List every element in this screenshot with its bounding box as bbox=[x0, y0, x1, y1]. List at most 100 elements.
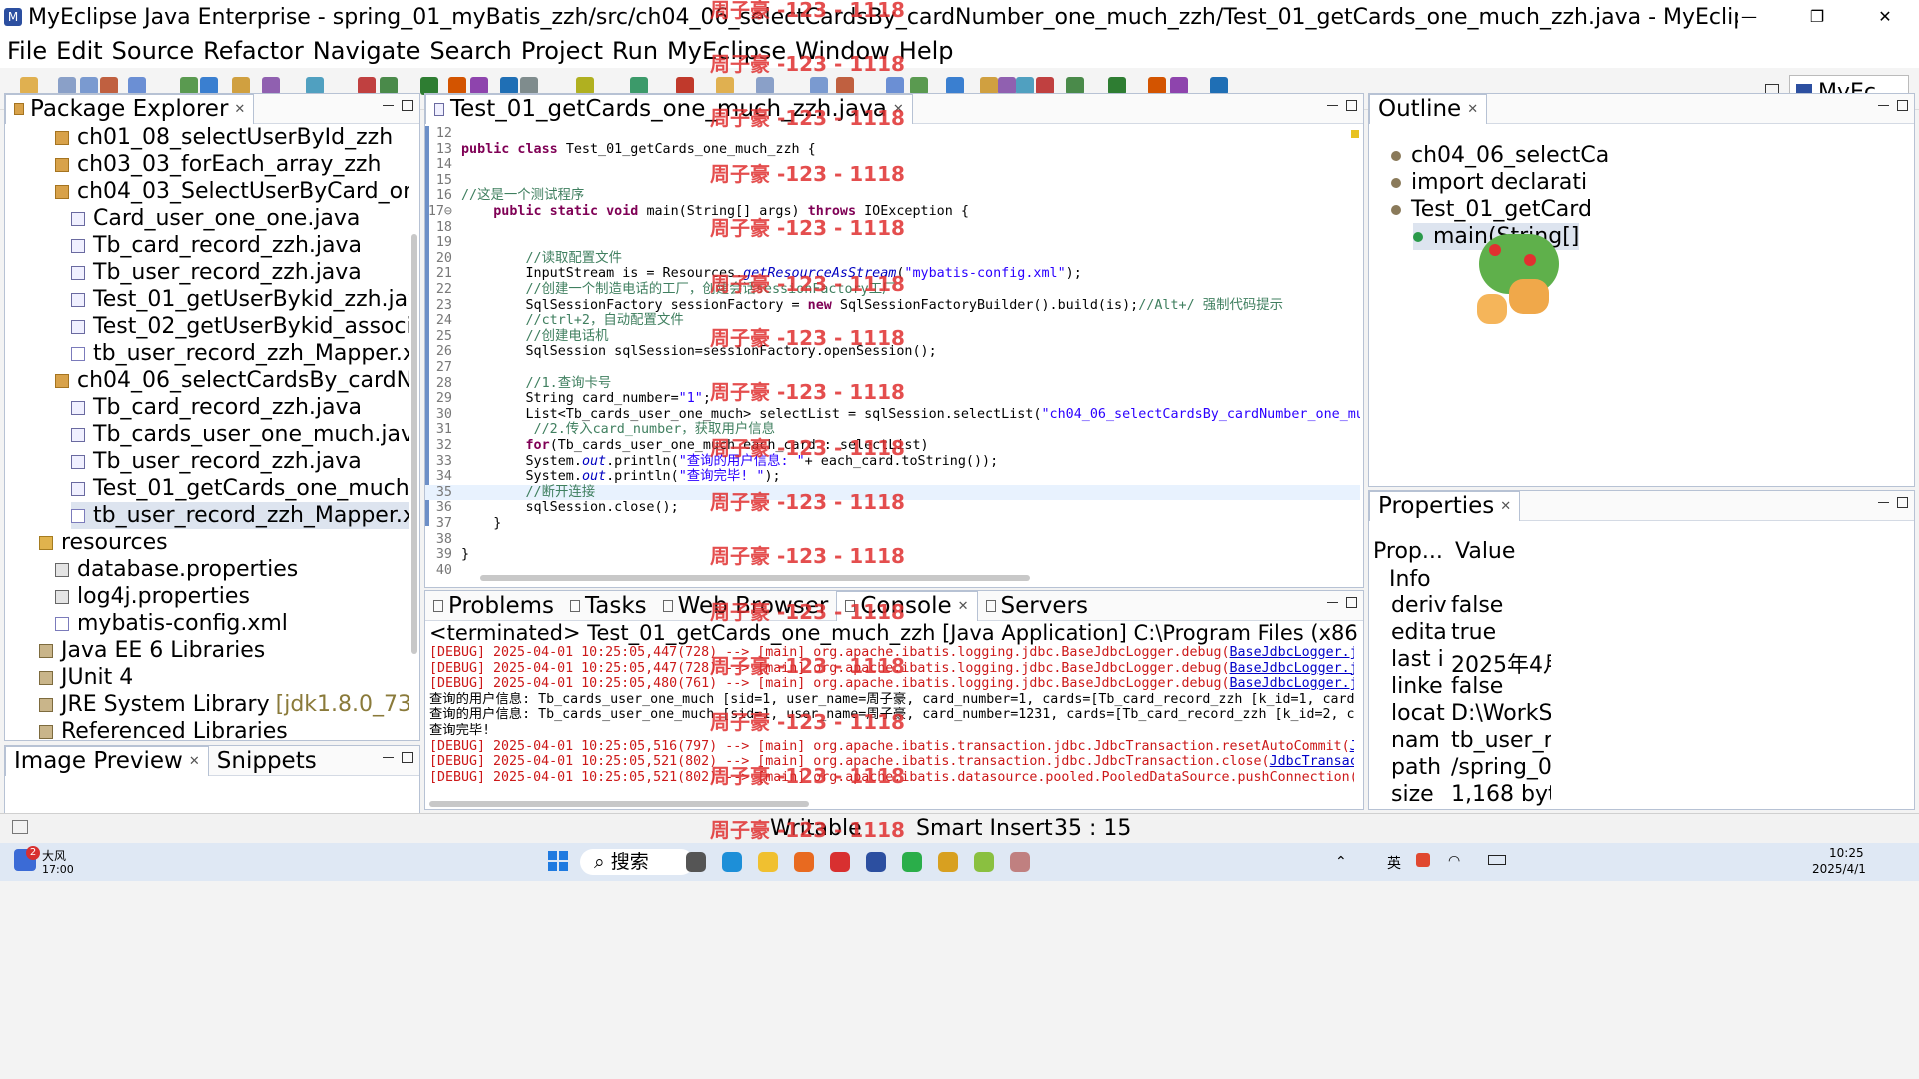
tab-web-browser[interactable]: Web Browser bbox=[655, 591, 837, 621]
code-line[interactable]: 17⊖ public static void main(String[] arg… bbox=[425, 204, 1360, 220]
tab-editor-file[interactable]: Test_01_getCards_one_much_zzh.java ✕ bbox=[425, 93, 913, 124]
property-row[interactable]: size 1,168 byt bbox=[1369, 782, 1554, 809]
package-explorer-scrollbar[interactable] bbox=[411, 234, 417, 654]
code-line[interactable]: 15 bbox=[425, 173, 1360, 189]
maximize-icon[interactable] bbox=[1897, 497, 1908, 508]
property-row[interactable]: edita true bbox=[1369, 620, 1554, 647]
overview-ruler-marker[interactable] bbox=[1351, 130, 1359, 138]
console-h-scrollbar[interactable] bbox=[429, 801, 809, 807]
console-link[interactable]: JdbcTransaction.java bbox=[1270, 754, 1354, 769]
code-line[interactable]: 36 sqlSession.close(); bbox=[425, 500, 1360, 516]
tree-item[interactable]: Tb_card_record_zzh.java bbox=[71, 232, 362, 259]
code-line[interactable]: 27 bbox=[425, 360, 1360, 376]
firefox-icon[interactable] bbox=[794, 852, 814, 872]
close-icon[interactable]: ✕ bbox=[189, 754, 200, 769]
maximize-icon[interactable] bbox=[402, 752, 413, 763]
tab-outline[interactable]: Outline ✕ bbox=[1369, 93, 1488, 124]
tree-item[interactable]: Referenced Libraries bbox=[39, 718, 288, 740]
code-editor[interactable]: Test_01_getCards_one_much_zzh.java ✕ 12 1… bbox=[424, 93, 1364, 588]
close-icon[interactable]: ✕ bbox=[234, 102, 245, 117]
menu-project[interactable]: Project bbox=[521, 37, 603, 65]
code-line[interactable]: 28 //1.查询卡号 bbox=[425, 376, 1360, 392]
minimize-icon[interactable] bbox=[1878, 105, 1889, 107]
outline-item[interactable]: ch04_06_selectCa bbox=[1391, 142, 1609, 169]
tree-item[interactable]: Tb_cards_user_one_much.java bbox=[71, 421, 409, 448]
new-fast-view-icon[interactable] bbox=[12, 820, 28, 834]
menu-source[interactable]: Source bbox=[112, 37, 194, 65]
task-view-icon[interactable] bbox=[686, 852, 706, 872]
code-line[interactable]: 34 System.out.println("查询完毕! "); bbox=[425, 469, 1360, 485]
code-line[interactable]: 23 SqlSessionFactory sessionFactory = ne… bbox=[425, 298, 1360, 314]
close-icon[interactable]: ✕ bbox=[1500, 499, 1511, 514]
code-line[interactable]: 35 //断开连接 bbox=[425, 484, 1360, 501]
tab-servers[interactable]: Servers bbox=[978, 591, 1096, 621]
tab-tasks[interactable]: Tasks bbox=[562, 591, 655, 621]
tree-item[interactable]: Tb_user_record_zzh.java bbox=[71, 259, 362, 286]
code-line[interactable]: 38 bbox=[425, 532, 1360, 548]
tree-item[interactable]: tb_user_record_zzh_Mapper.xml bbox=[71, 340, 409, 367]
code-line[interactable]: 20 //读取配置文件 bbox=[425, 251, 1360, 267]
menu-refactor[interactable]: Refactor bbox=[203, 37, 304, 65]
close-icon[interactable]: ✕ bbox=[958, 599, 969, 614]
minimize-icon[interactable] bbox=[383, 105, 394, 107]
property-row[interactable]: last i 2025年4月.. bbox=[1369, 647, 1554, 674]
code-line[interactable]: 12 bbox=[425, 126, 1360, 142]
tab-problems[interactable]: Problems bbox=[425, 591, 562, 621]
code-line[interactable]: 14 bbox=[425, 157, 1360, 173]
tab-image-preview[interactable]: Image Preview ✕ bbox=[5, 745, 209, 776]
minimize-icon[interactable] bbox=[1327, 105, 1338, 107]
maximize-icon[interactable] bbox=[1897, 100, 1908, 111]
tab-properties[interactable]: Properties ✕ bbox=[1369, 490, 1521, 521]
property-row[interactable]: path/spring_0... bbox=[1369, 755, 1554, 782]
menu-help[interactable]: Help bbox=[899, 37, 954, 65]
wifi-icon[interactable]: ◠ bbox=[1448, 853, 1460, 869]
editor-h-scrollbar[interactable] bbox=[480, 575, 1030, 581]
clock-date[interactable]: 2025/4/1 bbox=[1812, 862, 1866, 876]
sogou-icon[interactable] bbox=[1416, 853, 1430, 867]
value-col-header[interactable]: Value bbox=[1455, 539, 1515, 564]
code-line[interactable]: 19 bbox=[425, 235, 1360, 251]
menu-edit[interactable]: Edit bbox=[56, 37, 102, 65]
menu-window[interactable]: Window bbox=[795, 37, 890, 65]
console-link[interactable]: JdbcTransa bbox=[1350, 739, 1354, 754]
tree-item[interactable]: database.properties bbox=[55, 556, 298, 583]
code-line[interactable]: 18 bbox=[425, 220, 1360, 236]
minimize-icon[interactable] bbox=[383, 757, 394, 759]
tree-item[interactable]: Test_01_getCards_one_much_zzh.ja bbox=[71, 475, 409, 502]
file-explorer-icon[interactable] bbox=[758, 852, 778, 872]
console-link[interactable]: BaseJdbcLogger.java:132 bbox=[1230, 661, 1354, 676]
tree-item[interactable]: ch03_03_forEach_array_zzh bbox=[55, 151, 381, 178]
tree-item[interactable]: resources bbox=[39, 529, 168, 556]
avatar-icon[interactable] bbox=[1010, 852, 1030, 872]
tab-console[interactable]: Console ✕ bbox=[836, 590, 978, 621]
menu-search[interactable]: Search bbox=[429, 37, 511, 65]
code-line[interactable]: 29 String card_number="1"; bbox=[425, 391, 1360, 407]
maximize-icon[interactable] bbox=[402, 100, 413, 111]
property-row[interactable]: nam tb_user_re.. bbox=[1369, 728, 1554, 755]
edge-icon[interactable] bbox=[722, 852, 742, 872]
close-icon[interactable]: ✕ bbox=[1467, 102, 1478, 117]
close-button[interactable]: ✕ bbox=[1851, 0, 1919, 34]
code-line[interactable]: 37 } bbox=[425, 516, 1360, 532]
outline-item[interactable]: Test_01_getCard bbox=[1391, 196, 1592, 223]
tab-package-explorer[interactable]: Package Explorer ✕ bbox=[5, 93, 255, 124]
minimize-icon[interactable] bbox=[1878, 502, 1889, 504]
clock-time[interactable]: 10:25 bbox=[1829, 846, 1864, 860]
property-row[interactable]: deriv false bbox=[1369, 593, 1554, 620]
tree-item[interactable]: mybatis-config.xml bbox=[55, 610, 288, 637]
tree-item[interactable]: Tb_user_record_zzh.java bbox=[71, 448, 362, 475]
maximize-icon[interactable] bbox=[1346, 100, 1357, 111]
menu-navigate[interactable]: Navigate bbox=[313, 37, 421, 65]
tree-item[interactable]: ch04_03_SelectUserByCard_one_one_ bbox=[55, 178, 409, 205]
tree-item[interactable]: tb_user_record_zzh_Mapper.xml bbox=[71, 502, 409, 529]
minimize-icon[interactable] bbox=[1327, 602, 1338, 604]
tree-item[interactable]: ch01_08_selectUserById_zzh bbox=[55, 124, 393, 151]
maximize-button[interactable]: ❐ bbox=[1783, 0, 1851, 34]
snip-icon[interactable] bbox=[974, 852, 994, 872]
weather-title[interactable]: 大风 bbox=[42, 847, 66, 864]
code-line[interactable]: 39} bbox=[425, 547, 1360, 563]
code-line[interactable]: 13 public class Test_01_getCards_one_much… bbox=[425, 142, 1360, 158]
minimize-button[interactable]: — bbox=[1715, 0, 1783, 34]
myeclipse-icon[interactable] bbox=[866, 852, 886, 872]
code-line[interactable]: 30 List<Tb_cards_user_one_much> selectLi… bbox=[425, 407, 1360, 423]
